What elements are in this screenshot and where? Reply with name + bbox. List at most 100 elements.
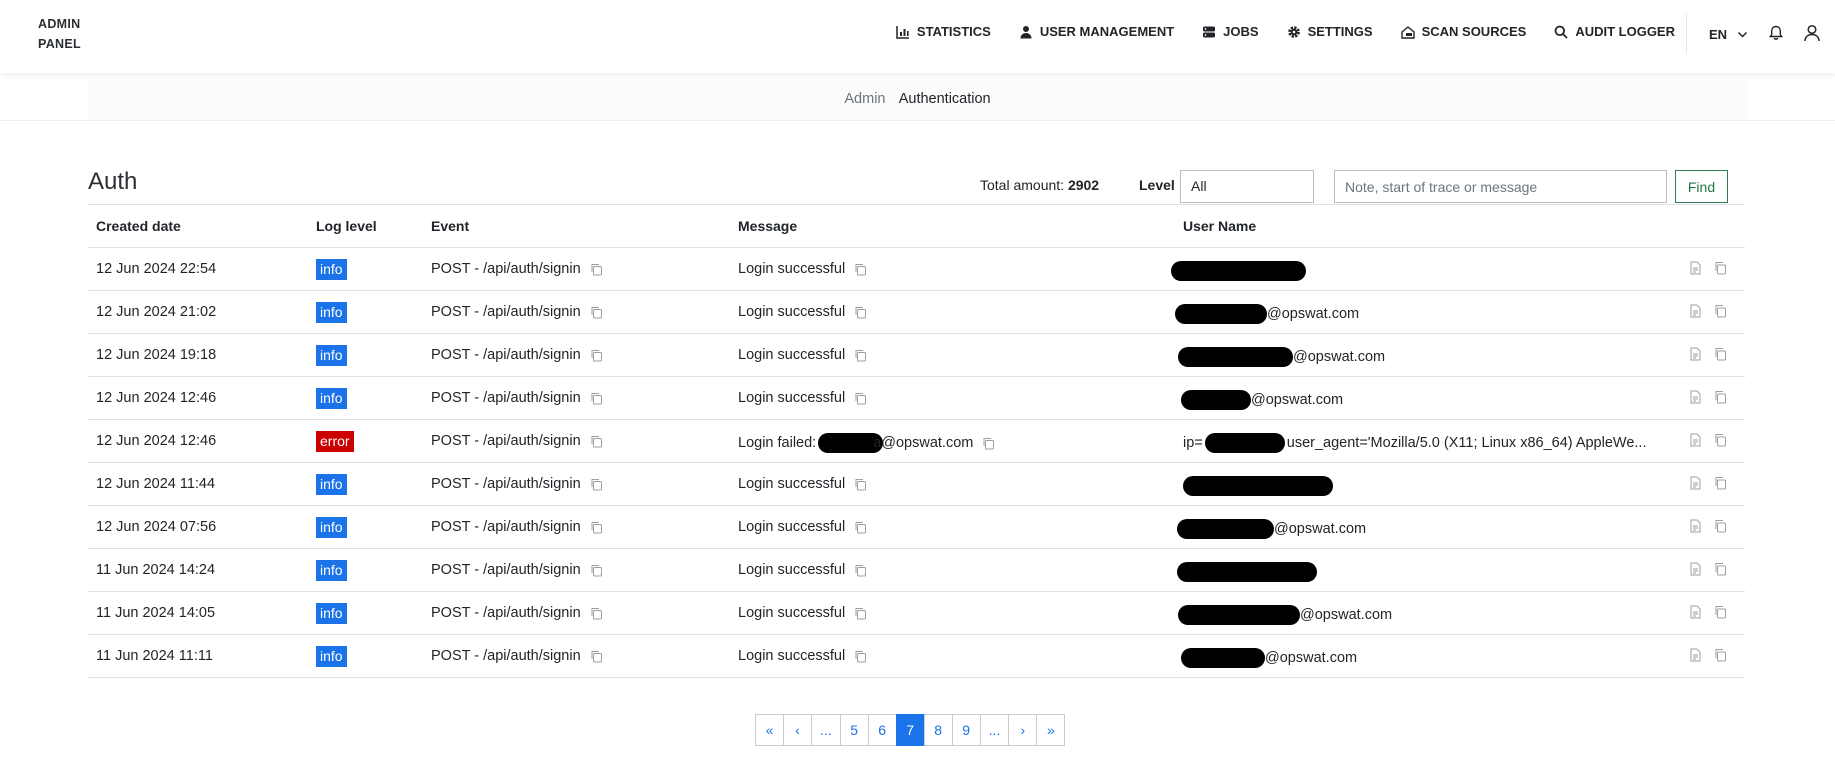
user-name-domain: @opswat.com [1251,392,1344,408]
search-input[interactable] [1334,170,1667,203]
page-button[interactable]: 7 [895,714,925,746]
log-message: Login failed: [738,435,817,451]
find-button[interactable]: Find [1675,170,1728,203]
copy-icon[interactable] [590,306,603,319]
log-message: Login successful [738,476,846,492]
table-row[interactable]: 12 Jun 2024 12:46 error POST - /api/auth/s… [88,420,1745,463]
copy-icon[interactable] [854,521,867,534]
copy-row-icon[interactable] [1714,347,1727,361]
column-created-date[interactable]: Created date [96,218,181,234]
copy-icon[interactable] [590,650,603,663]
page-button[interactable]: ‹ [783,714,812,746]
page-button[interactable]: ... [979,714,1010,746]
copy-icon[interactable] [854,306,867,319]
copy-icon[interactable] [590,435,603,448]
page-button[interactable]: « [755,714,784,746]
log-level-cell: info [316,517,347,538]
copy-icon[interactable] [854,564,867,577]
copy-icon[interactable] [590,607,603,620]
table-row[interactable]: 12 Jun 2024 21:02 info POST - /api/auth/si… [88,291,1745,334]
language-selector[interactable]: EN [1709,27,1748,42]
table-row[interactable]: 11 Jun 2024 11:11 info POST - /api/auth/si… [88,635,1745,678]
copy-icon[interactable] [590,478,603,491]
user-profile-icon[interactable] [1803,24,1821,42]
copy-icon[interactable] [590,521,603,534]
column-log-level[interactable]: Log level [316,218,377,234]
copy-icon[interactable] [854,650,867,663]
level-select[interactable]: All [1180,170,1314,203]
log-message: Login successful [738,562,846,578]
event-text: POST - /api/auth/signin [431,390,581,406]
view-details-icon[interactable] [1689,648,1702,662]
column-user-name[interactable]: User Name [1183,218,1256,234]
copy-icon[interactable] [982,437,995,450]
view-details-icon[interactable] [1689,261,1702,275]
copy-icon[interactable] [854,263,867,276]
copy-icon[interactable] [590,263,603,276]
nav-settings[interactable]: SETTINGS [1287,24,1373,39]
nav-statistics[interactable]: STATISTICS [896,24,991,39]
table-row[interactable]: 12 Jun 2024 12:46 info POST - /api/auth/si… [88,377,1745,420]
breadcrumb-admin[interactable]: Admin [844,91,885,107]
message-cell: Login successful [738,304,867,320]
column-message[interactable]: Message [738,218,797,234]
page-button[interactable]: » [1036,714,1066,746]
bell-icon[interactable] [1768,25,1784,41]
table-row[interactable]: 12 Jun 2024 11:44 info POST - /api/auth/si… [88,463,1745,506]
page-button[interactable]: ... [811,714,841,746]
copy-icon[interactable] [854,607,867,620]
row-actions [1689,433,1727,447]
view-details-icon[interactable] [1689,304,1702,318]
copy-icon[interactable] [854,478,867,491]
row-actions [1689,519,1727,533]
user-name-domain: @opswat.com [1274,521,1367,537]
page-button[interactable]: › [1008,714,1038,746]
table-row[interactable]: 12 Jun 2024 22:54 info POST - /api/auth/si… [88,248,1745,291]
message-cell: Login successful [738,261,867,277]
view-details-icon[interactable] [1689,433,1702,447]
copy-row-icon[interactable] [1714,562,1727,576]
language-label: EN [1709,27,1728,42]
event-cell: POST - /api/auth/signin [431,304,603,320]
copy-icon[interactable] [590,564,603,577]
view-details-icon[interactable] [1689,519,1702,533]
search-icon [1554,25,1568,39]
copy-row-icon[interactable] [1714,304,1727,318]
copy-row-icon[interactable] [1714,476,1727,490]
page-button[interactable]: 6 [867,714,897,746]
brand-logo[interactable]: ADMIN PANEL [38,14,98,54]
view-details-icon[interactable] [1689,390,1702,404]
column-event[interactable]: Event [431,218,469,234]
view-details-icon[interactable] [1689,562,1702,576]
table-row[interactable]: 12 Jun 2024 19:18 info POST - /api/auth/si… [88,334,1745,377]
copy-row-icon[interactable] [1714,261,1727,275]
nav-scan-sources[interactable]: SCAN SOURCES [1400,24,1526,39]
nav-statistics-label: STATISTICS [916,24,991,39]
copy-icon[interactable] [590,349,603,362]
copy-icon[interactable] [590,392,603,405]
user-name-cell: @opswat.com [1178,605,1392,625]
copy-row-icon[interactable] [1714,605,1727,619]
page-button[interactable]: 5 [839,714,869,746]
table-row[interactable]: 11 Jun 2024 14:24 info POST - /api/auth/si… [88,549,1745,592]
page-button[interactable]: 8 [923,714,953,746]
table-row[interactable]: 12 Jun 2024 07:56 info POST - /api/auth/si… [88,506,1745,549]
created-date: 12 Jun 2024 19:18 [96,347,217,363]
table-row[interactable]: 11 Jun 2024 14:05 info POST - /api/auth/si… [88,592,1745,635]
copy-row-icon[interactable] [1714,433,1727,447]
view-details-icon[interactable] [1689,605,1702,619]
nav-jobs[interactable]: JOBS [1202,24,1259,39]
redacted-value [1204,433,1285,453]
copy-icon[interactable] [854,349,867,362]
nav-audit-logger[interactable]: AUDIT LOGGER [1554,24,1675,39]
view-details-icon[interactable] [1689,476,1702,490]
page-button[interactable]: 9 [951,714,981,746]
copy-row-icon[interactable] [1714,648,1727,662]
nav-divider [1686,14,1687,54]
nav-user-management[interactable]: USER MANAGEMENT [1019,24,1174,39]
event-text: POST - /api/auth/signin [431,648,581,664]
copy-row-icon[interactable] [1714,519,1727,533]
copy-icon[interactable] [854,392,867,405]
copy-row-icon[interactable] [1714,390,1727,404]
view-details-icon[interactable] [1689,347,1702,361]
